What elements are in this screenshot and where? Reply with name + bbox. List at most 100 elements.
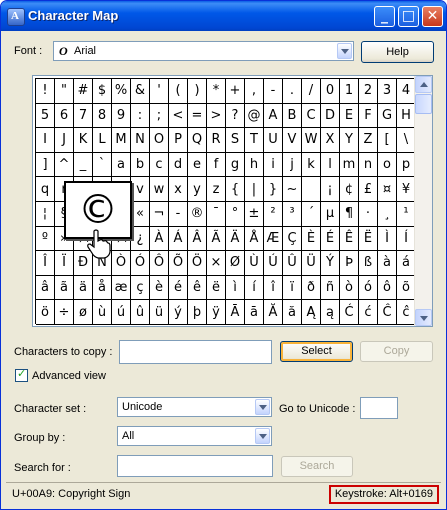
character-cell[interactable]: i bbox=[264, 152, 283, 178]
character-cell[interactable]: è bbox=[150, 275, 169, 301]
character-cell[interactable]: Î bbox=[36, 251, 55, 276]
character-cell[interactable]: G bbox=[378, 103, 397, 129]
character-cell[interactable]: « bbox=[131, 201, 150, 227]
character-cell[interactable]: / bbox=[302, 79, 321, 104]
character-cell[interactable]: º bbox=[36, 226, 55, 252]
character-cell[interactable]: Ë bbox=[359, 226, 378, 252]
character-cell[interactable]: ® bbox=[188, 201, 207, 227]
character-set-combo[interactable]: Unicode bbox=[117, 397, 272, 417]
characters-to-copy-input[interactable] bbox=[119, 340, 272, 364]
character-cell[interactable]: m bbox=[340, 152, 359, 178]
character-cell[interactable]: > bbox=[207, 103, 226, 129]
character-cell[interactable]: ) bbox=[188, 79, 207, 104]
character-cell[interactable]: : bbox=[131, 103, 150, 129]
character-cell[interactable]: Ć bbox=[340, 300, 359, 325]
character-cell[interactable]: c bbox=[150, 152, 169, 178]
character-cell[interactable]: Ö bbox=[188, 251, 207, 276]
character-cell[interactable]: P bbox=[169, 128, 188, 153]
character-cell[interactable]: 1 bbox=[340, 79, 359, 104]
character-cell[interactable]: à bbox=[378, 251, 397, 276]
character-cell[interactable]: Æ bbox=[264, 226, 283, 252]
character-cell[interactable]: ² bbox=[264, 201, 283, 227]
character-cell[interactable]: O bbox=[150, 128, 169, 153]
character-cell[interactable]: a bbox=[112, 152, 131, 178]
character-cell[interactable]: 8 bbox=[93, 103, 112, 129]
character-cell[interactable]: ° bbox=[226, 201, 245, 227]
character-cell[interactable]: v bbox=[131, 177, 150, 202]
character-cell[interactable]: µ bbox=[321, 201, 340, 227]
character-cell[interactable]: $ bbox=[93, 79, 112, 104]
character-cell[interactable]: - bbox=[264, 79, 283, 104]
character-cell[interactable]: ć bbox=[359, 300, 378, 325]
character-cell[interactable]: È bbox=[302, 226, 321, 252]
character-cell[interactable]: ^ bbox=[55, 152, 74, 178]
character-cell[interactable]: z bbox=[207, 177, 226, 202]
character-cell[interactable]: ¸ bbox=[378, 201, 397, 227]
go-to-unicode-input[interactable] bbox=[360, 397, 398, 419]
character-cell[interactable]: | bbox=[245, 177, 264, 202]
character-cell[interactable]: W bbox=[302, 128, 321, 153]
character-cell[interactable]: ¡ bbox=[321, 177, 340, 202]
character-cell[interactable]: Ï bbox=[55, 251, 74, 276]
character-cell[interactable]: ā bbox=[245, 300, 264, 325]
character-cell[interactable]: þ bbox=[188, 300, 207, 325]
character-cell[interactable]: í bbox=[245, 275, 264, 301]
character-cell[interactable]: ð bbox=[302, 275, 321, 301]
character-cell[interactable]: Ò bbox=[112, 251, 131, 276]
character-cell[interactable]: ó bbox=[359, 275, 378, 301]
character-cell[interactable]: £ bbox=[359, 177, 378, 202]
character-cell[interactable]: î bbox=[264, 275, 283, 301]
character-cell[interactable]: ¯ bbox=[207, 201, 226, 227]
character-cell[interactable]: Ç bbox=[283, 226, 302, 252]
character-cell[interactable]: Ü bbox=[302, 251, 321, 276]
character-cell[interactable]: F bbox=[359, 103, 378, 129]
character-cell[interactable]: w bbox=[150, 177, 169, 202]
character-cell[interactable]: ± bbox=[245, 201, 264, 227]
character-cell[interactable]: k bbox=[302, 152, 321, 178]
character-cell[interactable]: ; bbox=[150, 103, 169, 129]
scroll-up-icon[interactable] bbox=[415, 76, 432, 93]
select-button[interactable]: Select bbox=[280, 341, 353, 362]
character-cell[interactable]: 9 bbox=[112, 103, 131, 129]
character-cell[interactable]: ÷ bbox=[55, 300, 74, 325]
grid-scrollbar[interactable] bbox=[414, 76, 432, 326]
character-cell[interactable]: - bbox=[169, 201, 188, 227]
character-cell[interactable]: _ bbox=[74, 152, 93, 178]
character-cell[interactable]: + bbox=[226, 79, 245, 104]
character-cell[interactable]: " bbox=[55, 79, 74, 104]
help-button[interactable]: Help bbox=[361, 41, 434, 63]
character-cell[interactable]: ´ bbox=[302, 201, 321, 227]
character-cell[interactable]: ¢ bbox=[340, 177, 359, 202]
character-cell[interactable]: J bbox=[55, 128, 74, 153]
character-cell[interactable]: I bbox=[36, 128, 55, 153]
character-cell[interactable]: ! bbox=[36, 79, 55, 104]
character-cell[interactable]: h bbox=[245, 152, 264, 178]
character-cell[interactable]: ÿ bbox=[207, 300, 226, 325]
character-cell[interactable]: ê bbox=[188, 275, 207, 301]
character-cell[interactable]: b bbox=[131, 152, 150, 178]
character-cell[interactable]: ü bbox=[150, 300, 169, 325]
character-cell[interactable]: ï bbox=[283, 275, 302, 301]
character-cell[interactable]: É bbox=[321, 226, 340, 252]
character-cell[interactable]: Ê bbox=[340, 226, 359, 252]
character-cell[interactable]: ¦ bbox=[36, 201, 55, 227]
font-combo[interactable]: O Arial bbox=[53, 41, 354, 61]
character-cell[interactable]: C bbox=[302, 103, 321, 129]
character-cell[interactable]: ß bbox=[359, 251, 378, 276]
character-cell[interactable]: ø bbox=[74, 300, 93, 325]
character-cell[interactable]: Ą bbox=[302, 300, 321, 325]
character-cell[interactable]: ù bbox=[93, 300, 112, 325]
character-cell[interactable]: g bbox=[226, 152, 245, 178]
character-cell[interactable]: o bbox=[378, 152, 397, 178]
character-cell[interactable]: l bbox=[321, 152, 340, 178]
character-cell[interactable]: X bbox=[321, 128, 340, 153]
character-cell[interactable]: ë bbox=[207, 275, 226, 301]
character-cell[interactable]: ú bbox=[112, 300, 131, 325]
character-cell[interactable]: . bbox=[283, 79, 302, 104]
character-cell[interactable]: û bbox=[131, 300, 150, 325]
character-cell[interactable]: } bbox=[264, 177, 283, 202]
character-cell[interactable]: n bbox=[359, 152, 378, 178]
character-cell[interactable]: { bbox=[226, 177, 245, 202]
character-cell[interactable]: ' bbox=[150, 79, 169, 104]
character-cell[interactable]: Z bbox=[359, 128, 378, 153]
